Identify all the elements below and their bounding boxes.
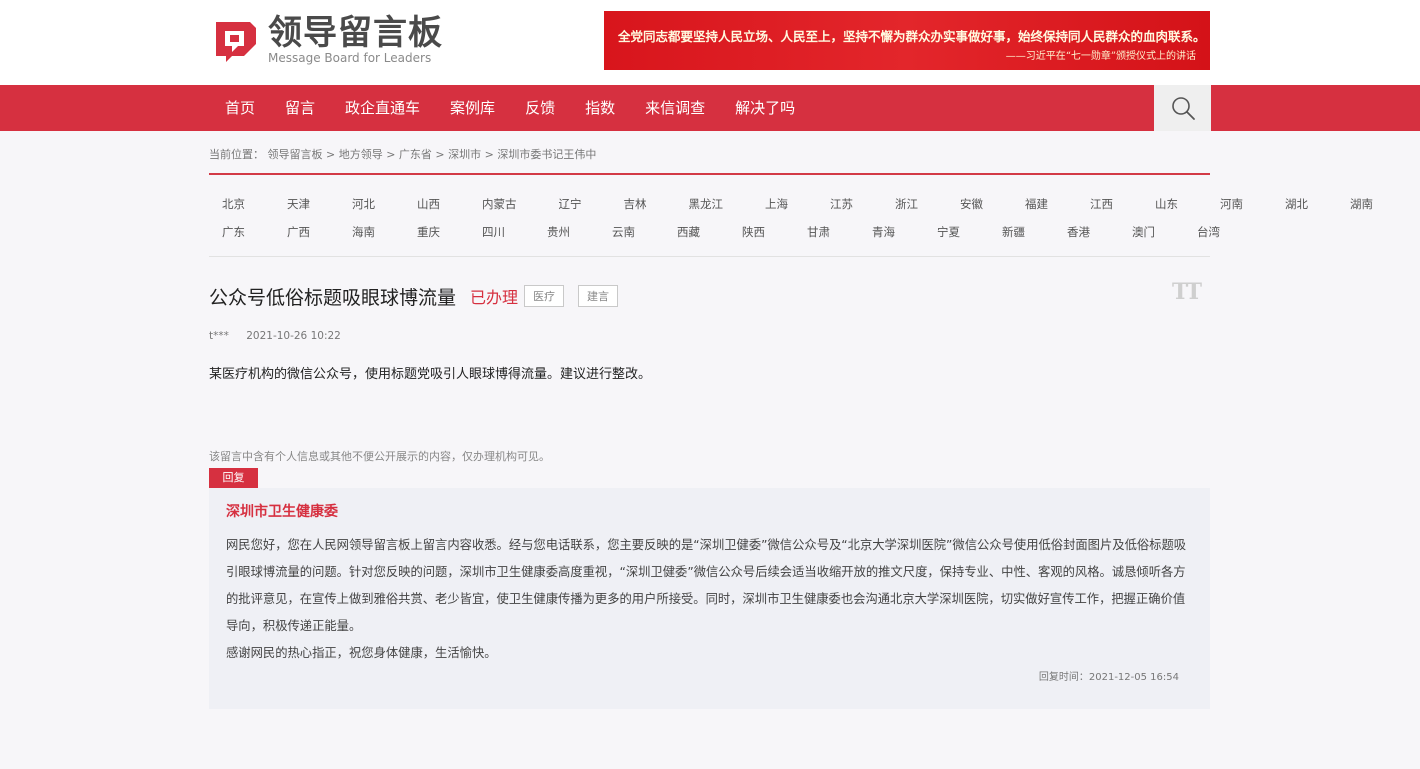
message-date: 2021-10-26 10:22 (246, 330, 341, 342)
province-link[interactable]: 江西 (1090, 196, 1113, 212)
reply-tab: 回复 (209, 468, 258, 488)
province-link[interactable]: 香港 (1067, 224, 1090, 240)
search-icon (1171, 97, 1195, 120)
nav-item-home[interactable]: 首页 (210, 85, 270, 131)
message-title: 公众号低俗标题吸眼球博流量 (209, 286, 457, 309)
province-link[interactable]: 吉林 (624, 196, 647, 212)
province-link[interactable]: 内蒙古 (482, 196, 517, 212)
province-link[interactable]: 海南 (352, 224, 375, 240)
province-link[interactable]: 甘肃 (807, 224, 830, 240)
message-author: t*** (209, 330, 229, 342)
nav-item-enterprise[interactable]: 政企直通车 (330, 85, 435, 131)
nav-items: 首页 留言 政企直通车 案例库 反馈 指数 来信调查 解决了吗 (210, 85, 810, 131)
privacy-note: 该留言中含有个人信息或其他不便公开展示的内容，仅办理机构可见。 (209, 450, 550, 463)
header: 领导留言板 Message Board for Leaders 全党同志都要坚持… (0, 0, 1420, 85)
status-badge: 已办理 (470, 288, 519, 307)
nav-item-index[interactable]: 指数 (570, 85, 630, 131)
province-link[interactable]: 贵州 (547, 224, 570, 240)
province-link[interactable]: 宁夏 (937, 224, 960, 240)
province-link[interactable]: 浙江 (895, 196, 918, 212)
province-link[interactable]: 山西 (417, 196, 440, 212)
province-link[interactable]: 湖北 (1285, 196, 1308, 212)
reply-time: 回复时间：2021-12-05 16:54 (1038, 672, 1179, 683)
logo-title: 领导留言板 (268, 13, 443, 53)
province-link[interactable]: 安徽 (960, 196, 983, 212)
quote-banner[interactable]: 全党同志都要坚持人民立场、人民至上，坚持不懈为群众办实事做好事，始终保持同人民群… (604, 11, 1210, 70)
font-size-toggle-icon[interactable]: TT (1172, 279, 1202, 305)
province-link[interactable]: 广西 (287, 224, 310, 240)
province-link[interactable]: 山东 (1155, 196, 1178, 212)
reply-box: 深圳市卫生健康委 网民您好，您在人民网领导留言板上留言内容收悉。经与您电话联系，… (209, 488, 1210, 709)
province-row-1: 北京 天津 河北 山西 内蒙古 辽宁 吉林 黑龙江 上海 江苏 浙江 安徽 福建 江西 山东 河南 湖北 湖南 (209, 190, 1373, 218)
province-link[interactable]: 江苏 (830, 196, 853, 212)
province-link[interactable]: 黑龙江 (689, 196, 724, 212)
province-link[interactable]: 北京 (222, 196, 245, 212)
province-link[interactable]: 广东 (222, 224, 245, 240)
province-link[interactable]: 湖南 (1350, 196, 1373, 212)
search-button[interactable] (1154, 85, 1211, 131)
divider-red (209, 173, 1210, 175)
message-meta: t*** 2021-10-26 10:22 (209, 330, 341, 342)
site-logo[interactable]: 领导留言板 Message Board for Leaders (210, 14, 443, 66)
nav-item-messages[interactable]: 留言 (270, 85, 330, 131)
tag-medical[interactable]: 医疗 (524, 285, 565, 307)
province-link[interactable]: 云南 (612, 224, 635, 240)
tag-suggestion[interactable]: 建言 (578, 285, 619, 307)
province-link[interactable]: 四川 (482, 224, 505, 240)
logo-mark-icon (210, 16, 260, 64)
divider-gray (209, 256, 1210, 257)
province-link[interactable]: 新疆 (1002, 224, 1025, 240)
province-link[interactable]: 天津 (287, 196, 310, 212)
province-link[interactable]: 上海 (765, 196, 788, 212)
message-header: 公众号低俗标题吸眼球博流量 已办理 医疗 建言 (209, 283, 619, 309)
province-link[interactable]: 西藏 (677, 224, 700, 240)
province-link[interactable]: 青海 (872, 224, 895, 240)
province-link[interactable]: 澳门 (1132, 224, 1155, 240)
province-link[interactable]: 福建 (1025, 196, 1048, 212)
message-body: 某医疗机构的微信公众号，使用标题党吸引人眼球博得流量。建议进行整改。 (209, 367, 652, 382)
nav-item-feedback[interactable]: 反馈 (510, 85, 570, 131)
main-nav: 首页 留言 政企直通车 案例库 反馈 指数 来信调查 解决了吗 (0, 85, 1420, 131)
nav-item-cases[interactable]: 案例库 (435, 85, 510, 131)
reply-text: 网民您好，您在人民网领导留言板上留言内容收悉。经与您电话联系，您主要反映的是“深… (226, 538, 1187, 633)
province-link[interactable]: 台湾 (1197, 224, 1220, 240)
reply-closing: 感谢网民的热心指正，祝您身体健康，生活愉快。 (226, 646, 497, 660)
banner-source: ——习近平在“七一勋章”颁授仪式上的讲话 (1005, 51, 1196, 62)
reply-organization: 深圳市卫生健康委 (226, 504, 338, 520)
province-link[interactable]: 陕西 (742, 224, 765, 240)
province-link[interactable]: 河北 (352, 196, 375, 212)
province-link[interactable]: 重庆 (417, 224, 440, 240)
province-row-2: 广东 广西 海南 重庆 四川 贵州 云南 西藏 陕西 甘肃 青海 宁夏 新疆 香港 澳门 台湾 (209, 218, 1220, 246)
nav-item-resolved[interactable]: 解决了吗 (720, 85, 810, 131)
banner-quote: 全党同志都要坚持人民立场、人民至上，坚持不懈为群众办实事做好事，始终保持同人民群… (618, 29, 1206, 44)
province-list: 北京 天津 河北 山西 内蒙古 辽宁 吉林 黑龙江 上海 江苏 浙江 安徽 福建 江西 山东 河南 湖北 湖南 广… (209, 190, 1373, 246)
province-link[interactable]: 辽宁 (559, 196, 582, 212)
nav-item-survey[interactable]: 来信调查 (630, 85, 720, 131)
logo-text: 领导留言板 Message Board for Leaders (268, 15, 443, 65)
province-link[interactable]: 河南 (1220, 196, 1243, 212)
breadcrumb[interactable]: 当前位置： 领导留言板 > 地方领导 > 广东省 > 深圳市 > 深圳市委书记王… (209, 146, 596, 162)
logo-subtitle: Message Board for Leaders (268, 51, 432, 65)
